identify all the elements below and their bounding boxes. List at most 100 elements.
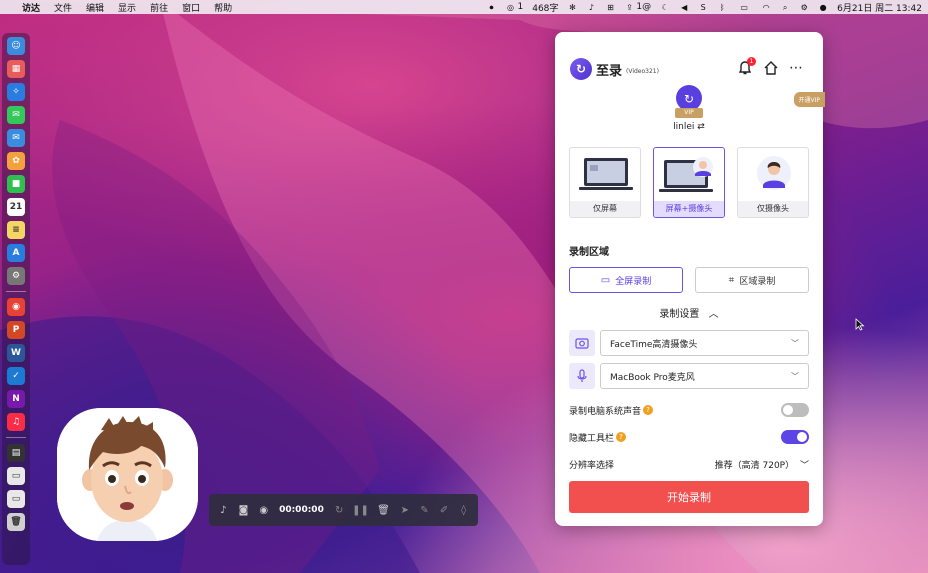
memoji-avatar-image [57,408,198,541]
word-icon[interactable]: W [7,344,25,362]
system-audio-label: 录制电脑系统声音 [569,406,642,417]
spotlight-search-icon[interactable]: ⌕ [780,3,790,12]
moon-icon[interactable]: ☾ [660,3,670,12]
toggle-knob [797,432,807,442]
avatar-vip-label: VIP [684,109,694,116]
powerpoint-icon[interactable]: P [7,321,25,339]
music-icon[interactable]: ♫ [7,413,25,431]
help-icon[interactable]: ? [643,405,654,415]
badge-status-item[interactable]: ◎ 1 [506,2,524,12]
menu-window[interactable]: 窗口 [182,1,200,14]
switch-account-icon[interactable]: ⇄ [697,122,705,132]
mode-screen-camera-label: 屏幕+摄像头 [654,201,724,217]
recorder-panel: ↻ 至录 (Video321) 1 ⋯ ↻ VIP 开通VIP linlei ⇄ [555,32,825,526]
grid-status-icon[interactable]: ⊞ [605,3,615,12]
user-avatar[interactable]: ↻ VIP [669,84,709,120]
system-audio-toggle[interactable] [781,403,809,417]
launchpad-icon[interactable]: ▦ [7,60,25,78]
toggle-knob [783,405,793,415]
notes-icon[interactable]: ≡ [7,221,25,239]
username[interactable]: linlei ⇄ [555,122,823,132]
mail-icon[interactable]: ✉ [7,129,25,147]
screen-only-illustration [579,158,633,190]
start-recording-button[interactable]: 开始录制 [569,481,809,513]
finder-icon[interactable]: ☺ [7,37,25,55]
camera-select[interactable]: FaceTime高清摄像头 ﹀ [600,330,809,356]
word-count[interactable]: 468字 [532,1,558,14]
recording-settings-toggle[interactable]: 录制设置 ︿ [555,305,823,320]
home-icon[interactable] [763,60,779,76]
document-thumbnail-icon[interactable]: ▭ [7,467,25,485]
activity-monitor-icon[interactable]: ▤ [7,444,25,462]
screenshot-thumbnail-icon[interactable]: ▭ [7,490,25,508]
recording-toolbar: ♪ ◙ ◉ 00:00:00 ↻ ❚❚ 🗑 ➤ ✎ ✐ ◊ [209,494,478,526]
pointer-tool-icon[interactable]: ➤ [400,504,409,516]
mode-screen-only[interactable]: 仅屏幕 [569,147,641,218]
record-indicator-icon[interactable]: ◉ [259,504,268,516]
menu-help[interactable]: 帮助 [214,1,232,14]
chevron-down-icon: ﹀ [791,338,799,348]
mail-app-icon[interactable]: ✓ [7,367,25,385]
system-preferences-icon[interactable]: ⚙ [7,267,25,285]
region-record-button[interactable]: ⌗ 区域录制 [695,267,809,293]
eraser-tool-icon[interactable]: ◊ [459,504,468,516]
fullscreen-record-button[interactable]: ▭ 全屏录制 [569,267,683,293]
pause-icon[interactable]: ❚❚ [352,504,369,516]
microphone-row: MacBook Pro麦克风 ﹀ [569,363,809,389]
hide-toolbar-label: 隐藏工具栏 [569,433,615,444]
upgrade-vip-tag[interactable]: 开通VIP [793,92,825,107]
resolution-select[interactable]: 推荐（高清 720P） ﹀ [715,458,809,471]
menu-app-name[interactable]: 访达 [22,1,40,14]
hide-toolbar-toggle[interactable] [781,430,809,444]
share-icon: ⇪ [626,2,633,12]
control-center-icon[interactable]: ⚙ [799,3,809,12]
camera-preview-bubble[interactable] [57,408,198,541]
camera-toggle-icon[interactable]: ◙ [239,504,249,516]
wifi-icon[interactable]: ◠ [761,3,771,12]
mode-camera-only-label: 仅摄像头 [738,201,808,217]
battery-icon[interactable]: ▭ [736,3,752,12]
calendar-icon[interactable]: 21 [7,198,25,216]
safari-icon[interactable]: ✧ [7,83,25,101]
hide-toolbar-row: 隐藏工具栏 ? [569,430,809,444]
app-store-icon[interactable]: A [7,244,25,262]
record-status-icon[interactable]: ⏺ [487,3,497,12]
delete-icon[interactable]: 🗑 [377,504,390,516]
s-app-icon[interactable]: S [698,3,708,12]
dock-separator [6,437,26,438]
menu-go[interactable]: 前往 [150,1,168,14]
brush-tool-icon[interactable]: ✐ [440,504,449,516]
menu-view[interactable]: 显示 [118,1,136,14]
siri-icon[interactable]: ● [818,3,828,12]
onenote-icon[interactable]: N [7,390,25,408]
recording-settings-label: 录制设置 [659,309,700,320]
photos-icon[interactable]: ✿ [7,152,25,170]
menubar-datetime[interactable]: 6月21日 周二 13:42 [837,1,922,14]
volume-icon[interactable]: ◀ [679,3,689,12]
microphone-select[interactable]: MacBook Pro麦克风 ﹀ [600,363,809,389]
trash-icon[interactable]: 🗑 [7,513,25,531]
gear-status-icon[interactable]: ✻ [567,3,577,12]
microphone-status-icon[interactable]: ♪ [586,3,596,12]
mode-camera-only[interactable]: 仅摄像头 [737,147,809,218]
restart-icon[interactable]: ↻ [335,504,344,516]
help-icon[interactable]: ? [616,432,627,442]
resolution-label: 分辨率选择 [569,461,615,471]
notification-button[interactable]: 1 [737,57,756,76]
mention-status-item[interactable]: ⇪ 1@ [624,2,651,12]
pen-tool-icon[interactable]: ✎ [420,504,429,516]
microphone-icon[interactable]: ♪ [219,504,228,516]
system-audio-row: 录制电脑系统声音 ? [569,403,809,417]
dock-separator [6,291,26,292]
chrome-icon[interactable]: ◉ [7,298,25,316]
mouse-cursor-icon [855,318,865,331]
mode-screen-camera[interactable]: 屏幕+摄像头 [653,147,725,218]
messages-icon[interactable]: ✉ [7,106,25,124]
facetime-icon[interactable]: ■ [7,175,25,193]
menu-file[interactable]: 文件 [54,1,72,14]
more-options-icon[interactable]: ⋯ [789,61,803,75]
menu-edit[interactable]: 编辑 [86,1,104,14]
status-count: 1 [517,2,524,12]
bluetooth-icon[interactable]: ᛒ [717,3,727,12]
app-badge-icon: ◎ [507,2,514,12]
